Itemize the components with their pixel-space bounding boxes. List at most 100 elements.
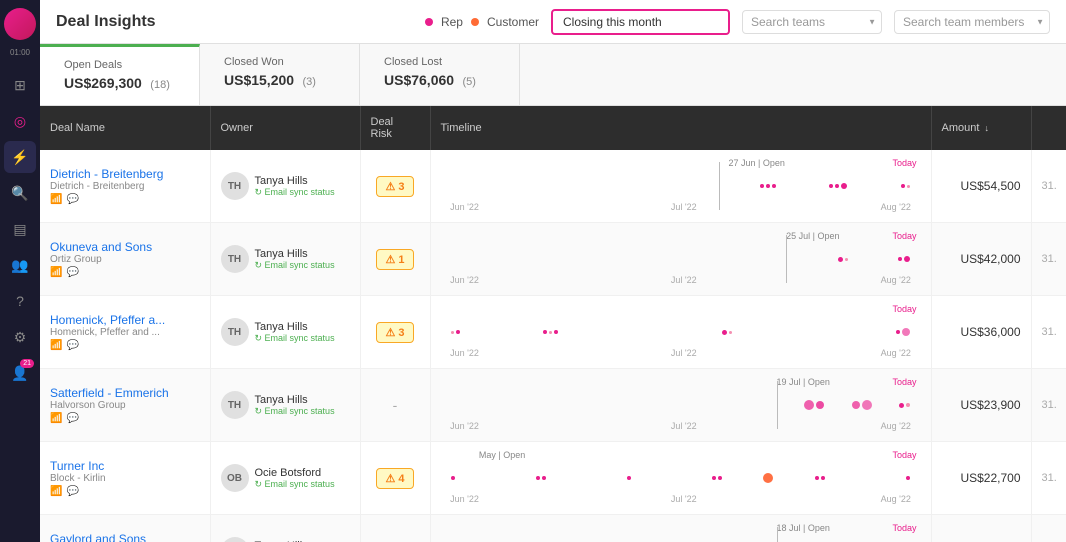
deal-amount: US$36,000: [960, 325, 1020, 339]
deal-name-cell: Turner Inc Block - Kirlin 📶 💬: [40, 442, 210, 515]
open-deals-value: US$269,300 (18): [64, 75, 175, 93]
notification-icon[interactable]: 👤: [4, 357, 36, 389]
risk-cell: ⚠ 1: [360, 223, 430, 296]
customer-label: Customer: [487, 15, 539, 29]
feed-icon[interactable]: 📶: [50, 194, 62, 205]
table-row: Satterfield - Emmerich Halvorson Group 📶…: [40, 369, 1066, 442]
col-deal-risk: DealRisk: [360, 106, 430, 150]
header: Deal Insights Rep Customer Search teams …: [40, 0, 1066, 44]
deal-primary-name[interactable]: Satterfield - Emmerich: [50, 386, 200, 400]
email-sync-status: ↻ Email sync status: [255, 333, 335, 344]
owner-avatar: TH: [221, 172, 249, 200]
bolt-icon[interactable]: ⚡: [4, 141, 36, 173]
owner-avatar: TH: [221, 537, 249, 542]
timeline-cell: 27 Jun | Open Today Jun '22 Jul '22 Aug …: [430, 150, 931, 223]
search-zoom-icon[interactable]: 🔍: [4, 177, 36, 209]
owner-cell: TH Tanya Hills ↻ Email sync status: [210, 515, 360, 542]
risk-badge: ⚠ 4: [376, 468, 413, 489]
deal-primary-name[interactable]: Dietrich - Breitenberg: [50, 167, 200, 181]
chat-icon[interactable]: 💬: [66, 194, 78, 205]
closed-lost-value: US$76,060 (5): [384, 72, 495, 90]
settings-icon[interactable]: ⚙: [4, 321, 36, 353]
table-row: Okuneva and Sons Ortiz Group 📶 💬 TH Tany…: [40, 223, 1066, 296]
summary-tabs: Open Deals US$269,300 (18) Closed Won US…: [40, 44, 1066, 106]
deal-name-cell: Okuneva and Sons Ortiz Group 📶 💬: [40, 223, 210, 296]
chat-icon[interactable]: 💬: [66, 267, 78, 278]
amount-cell: US$11,700: [931, 515, 1031, 542]
last-col: 31.: [1031, 442, 1066, 515]
open-deals-label: Open Deals: [64, 59, 175, 71]
email-sync-status: ↻ Email sync status: [255, 406, 335, 417]
chart-icon[interactable]: ◎: [4, 105, 36, 137]
feed-icon[interactable]: 📶: [50, 340, 62, 351]
table-row: Dietrich - Breitenberg Dietrich - Breite…: [40, 150, 1066, 223]
owner-cell: TH Tanya Hills ↻ Email sync status: [210, 369, 360, 442]
deal-sub-name: Dietrich - Breitenberg: [50, 181, 200, 192]
closed-won-value: US$15,200 (3): [224, 72, 335, 90]
deal-primary-name[interactable]: Homenick, Pfeffer a...: [50, 313, 200, 327]
amount-sort-icon: ↓: [984, 123, 989, 133]
chat-icon[interactable]: 💬: [66, 340, 78, 351]
risk-cell: -: [360, 515, 430, 542]
deal-name-cell: Homenick, Pfeffer a... Homenick, Pfeffer…: [40, 296, 210, 369]
closing-filter-input[interactable]: [551, 9, 730, 35]
chat-icon[interactable]: 💬: [66, 413, 78, 424]
email-sync-status: ↻ Email sync status: [255, 479, 335, 490]
deal-primary-name[interactable]: Okuneva and Sons: [50, 240, 200, 254]
last-col: 31.: [1031, 296, 1066, 369]
page-title: Deal Insights: [56, 13, 156, 31]
email-sync-status: ↻ Email sync status: [255, 187, 335, 198]
feed-icon[interactable]: 📶: [50, 413, 62, 424]
owner-cell: TH Tanya Hills ↻ Email sync status: [210, 296, 360, 369]
tab-closed-lost[interactable]: Closed Lost US$76,060 (5): [360, 44, 520, 105]
deal-sub-name: Block - Kirlin: [50, 473, 200, 484]
tab-closed-won[interactable]: Closed Won US$15,200 (3): [200, 44, 360, 105]
timeline-cell: May | Open Today Jun '22 Jul '22 Aug '22: [430, 442, 931, 515]
open-deals-amount: US$269,300: [64, 75, 142, 91]
deal-amount: US$23,900: [960, 398, 1020, 412]
deal-amount: US$42,000: [960, 252, 1020, 266]
closed-lost-amount: US$76,060: [384, 72, 454, 88]
risk-cell: ⚠ 3: [360, 150, 430, 223]
col-owner: Owner: [210, 106, 360, 150]
owner-cell: TH Tanya Hills ↻ Email sync status: [210, 150, 360, 223]
table-row: Gaylord and Sons Kuvalis - Waters 📶 💬 TH…: [40, 515, 1066, 542]
closed-won-label: Closed Won: [224, 56, 335, 68]
feed-icon[interactable]: 📶: [50, 486, 62, 497]
tab-open-deals[interactable]: Open Deals US$269,300 (18): [40, 44, 200, 105]
deal-primary-name[interactable]: Turner Inc: [50, 459, 200, 473]
help-icon[interactable]: ?: [4, 285, 36, 317]
owner-avatar: TH: [221, 245, 249, 273]
chat-icon[interactable]: 💬: [66, 486, 78, 497]
deals-table-container[interactable]: Deal Name Owner DealRisk Timeline Amount…: [40, 106, 1066, 542]
table-row: Turner Inc Block - Kirlin 📶 💬 OB Ocie Bo…: [40, 442, 1066, 515]
email-sync-status: ↻ Email sync status: [255, 260, 335, 271]
last-col: 31.: [1031, 369, 1066, 442]
timeline-cell: 25 Jul | Open Today Jun '22 Jul '22 Aug …: [430, 223, 931, 296]
last-col: 31.: [1031, 150, 1066, 223]
risk-badge: ⚠ 3: [376, 176, 413, 197]
search-teams-select[interactable]: Search teams: [742, 10, 882, 34]
feed-icon[interactable]: 📶: [50, 267, 62, 278]
open-deals-count: (18): [150, 79, 170, 91]
home-icon[interactable]: ⊞: [4, 69, 36, 101]
deal-primary-name[interactable]: Gaylord and Sons: [50, 532, 200, 542]
table-row: Homenick, Pfeffer a... Homenick, Pfeffer…: [40, 296, 1066, 369]
owner-name: Tanya Hills: [255, 175, 335, 187]
timeline-cell: 18 Jul | Open Today Jun '22 Jul '22 Aug …: [430, 515, 931, 542]
search-members-select[interactable]: Search team members: [894, 10, 1050, 34]
deal-sub-name: Homenick, Pfeffer and ...: [50, 327, 200, 338]
user-avatar[interactable]: [4, 8, 36, 40]
add-user-icon[interactable]: 👥: [4, 249, 36, 281]
search-teams-wrap: Search teams: [742, 10, 882, 34]
bar-chart-icon[interactable]: ▤: [4, 213, 36, 245]
last-col: 31.: [1031, 223, 1066, 296]
timeline-cell: Today Jun '22 Jul '22 Aug '22: [430, 296, 931, 369]
amount-cell: US$54,500: [931, 150, 1031, 223]
owner-avatar: TH: [221, 318, 249, 346]
amount-cell: US$36,000: [931, 296, 1031, 369]
col-amount[interactable]: Amount ↓: [931, 106, 1031, 150]
deal-amount: US$54,500: [960, 179, 1020, 193]
owner-avatar: OB: [221, 464, 249, 492]
rep-label: Rep: [441, 15, 463, 29]
